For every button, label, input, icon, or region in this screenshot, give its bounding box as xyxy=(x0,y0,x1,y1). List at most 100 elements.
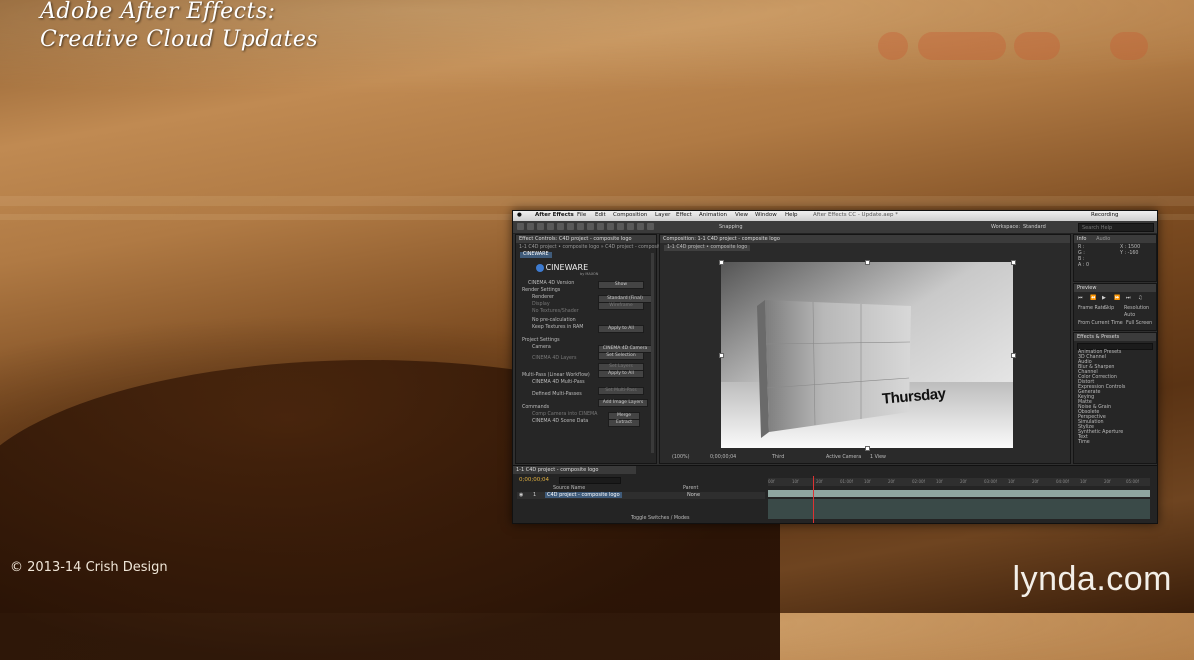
extract-button[interactable]: Extract xyxy=(608,419,640,427)
composition-subtab[interactable]: 1-1 C4D project • composite logo xyxy=(664,245,751,251)
menu-window[interactable]: Window xyxy=(755,212,777,218)
menu-effect[interactable]: Effect xyxy=(676,212,692,218)
transform-handle[interactable] xyxy=(865,446,870,451)
ruler-tick: 05:00f xyxy=(1126,479,1139,484)
timecode-readout[interactable]: 0;00;00;04 xyxy=(519,477,549,483)
rotate-tool-icon[interactable] xyxy=(547,223,554,230)
puppet-tool-icon[interactable] xyxy=(647,223,654,230)
menu-layer[interactable]: Layer xyxy=(655,212,670,218)
transform-handle[interactable] xyxy=(865,260,870,265)
scrollbar[interactable] xyxy=(651,253,654,453)
full-screen-checkbox[interactable]: Full Screen xyxy=(1126,321,1152,327)
menu-edit[interactable]: Edit xyxy=(595,212,606,218)
parent-select[interactable]: None xyxy=(687,492,700,498)
window-title: After Effects CC - Update.aep * xyxy=(813,212,898,218)
view-layout-select[interactable]: 1 View xyxy=(870,455,886,461)
current-time-readout[interactable]: 0;00;00;04 xyxy=(710,455,736,461)
timeline-panel: 1-1 C4D project - composite logo 0;00;00… xyxy=(513,465,1157,523)
audio-icon[interactable]: ♫ xyxy=(1138,295,1142,301)
show-button[interactable]: Show xyxy=(598,281,644,289)
toggle-switches-modes[interactable]: Toggle Switches / Modes xyxy=(631,516,690,522)
transform-handle[interactable] xyxy=(1011,353,1016,358)
effect-controls-tab[interactable]: Effect Controls: C4D project - composite… xyxy=(516,235,656,243)
time-ruler[interactable]: 00f 10f 20f 01:00f 10f 20f 02:00f 10f 20… xyxy=(768,478,1150,486)
clone-tool-icon[interactable] xyxy=(617,223,624,230)
timeline-empty-area[interactable] xyxy=(768,499,1150,519)
effect-row[interactable]: Project Settings xyxy=(522,338,560,344)
menu-composition[interactable]: Composition xyxy=(613,212,647,218)
workspace-select[interactable]: Standard xyxy=(1023,224,1046,230)
info-tab[interactable]: Info xyxy=(1077,236,1086,242)
search-help-input[interactable]: Search Help xyxy=(1078,223,1154,232)
menu-animation[interactable]: Animation xyxy=(699,212,727,218)
resolution-select[interactable]: Third xyxy=(772,455,784,461)
previous-frame-icon[interactable]: ⏪ xyxy=(1090,295,1096,301)
menu-file[interactable]: File xyxy=(577,212,586,218)
first-frame-icon[interactable]: ⏮ xyxy=(1078,295,1083,301)
eraser-tool-icon[interactable] xyxy=(627,223,634,230)
apply-to-all-button[interactable]: Apply to All xyxy=(598,325,644,333)
composition-tab[interactable]: Composition: 1-1 C4D project - composite… xyxy=(660,235,1070,243)
timeline-tab[interactable]: 1-1 C4D project - composite logo xyxy=(513,466,636,474)
ruler-tick: 20f xyxy=(888,479,895,484)
preview-controls: ⏮ ⏪ ▶ ⏩ ⏭ ♫ xyxy=(1078,295,1152,301)
pan-behind-tool-icon[interactable] xyxy=(567,223,574,230)
magnification-select[interactable]: (100%) xyxy=(672,455,689,461)
effects-category[interactable]: Time xyxy=(1078,440,1090,446)
camera-tool-icon[interactable] xyxy=(557,223,564,230)
transform-handle[interactable] xyxy=(719,353,724,358)
timeline-search-input[interactable] xyxy=(559,477,621,484)
last-frame-icon[interactable]: ⏭ xyxy=(1126,295,1131,301)
set-multipass-button[interactable]: Set Multi-Pass xyxy=(598,387,644,395)
effect-row[interactable]: Commands xyxy=(522,405,549,411)
roto-brush-tool-icon[interactable] xyxy=(637,223,644,230)
current-time-indicator[interactable] xyxy=(813,476,814,523)
resolution-value[interactable]: Auto xyxy=(1124,313,1135,319)
menu-help[interactable]: Help xyxy=(785,212,798,218)
effects-search-input[interactable] xyxy=(1077,343,1153,350)
zoom-tool-icon[interactable] xyxy=(537,223,544,230)
effect-row: CINEMA 4D Layers xyxy=(532,356,577,361)
preview-tab[interactable]: Preview xyxy=(1074,284,1156,292)
layer-duration-bar[interactable] xyxy=(768,490,1150,497)
transform-handle[interactable] xyxy=(1011,260,1016,265)
display-select[interactable]: Wireframe xyxy=(598,302,644,310)
ruler-tick: 10f xyxy=(1008,479,1015,484)
transform-handle[interactable] xyxy=(719,260,724,265)
selection-tool-icon[interactable] xyxy=(517,223,524,230)
next-frame-icon[interactable]: ⏩ xyxy=(1114,295,1120,301)
effect-row: Keep Textures in RAM xyxy=(532,325,584,330)
effect-row: No Textures/Shader xyxy=(532,309,579,314)
composition-viewer[interactable] xyxy=(721,262,1013,448)
preview-label: Resolution xyxy=(1124,306,1150,311)
timeline-layer-row[interactable]: ◉ 1 C4D project - composite logo None xyxy=(517,492,765,499)
cineware-logo-icon xyxy=(536,263,544,272)
mask-tool-icon[interactable] xyxy=(577,223,584,230)
snapping-label[interactable]: Snapping xyxy=(719,224,743,230)
ruler-tick: 20f xyxy=(960,479,967,484)
audio-tab[interactable]: Audio xyxy=(1096,236,1110,242)
hand-tool-icon[interactable] xyxy=(527,223,534,230)
text-tool-icon[interactable] xyxy=(597,223,604,230)
info-panel: Info Audio R : G : B : A : 0 X : 1500 Y … xyxy=(1073,234,1157,282)
effect-layer-name[interactable]: CINEWARE xyxy=(520,252,552,258)
apple-icon[interactable]: ● xyxy=(517,212,522,218)
visibility-icon[interactable]: ◉ xyxy=(519,492,523,498)
effect-row[interactable]: Multi-Pass (Linear Workflow) xyxy=(522,373,590,379)
ruler-tick: 20f xyxy=(1104,479,1111,484)
add-image-layers-button[interactable]: Add Image Layers xyxy=(598,399,648,407)
active-camera-select[interactable]: Active Camera xyxy=(826,455,861,461)
pen-tool-icon[interactable] xyxy=(587,223,594,230)
effect-row[interactable]: Render Settings xyxy=(522,288,560,294)
layer-name[interactable]: C4D project - composite logo xyxy=(545,492,622,498)
menu-after-effects[interactable]: After Effects xyxy=(535,212,574,218)
menu-view[interactable]: View xyxy=(735,212,748,218)
from-current-time-checkbox[interactable]: From Current Time xyxy=(1078,321,1123,327)
set-selection-button[interactable]: Set Selection xyxy=(598,352,644,360)
brush-tool-icon[interactable] xyxy=(607,223,614,230)
effect-row: Camera xyxy=(532,345,551,350)
play-icon[interactable]: ▶ xyxy=(1102,295,1106,301)
apply-to-all-button-2[interactable]: Apply to All xyxy=(598,370,644,378)
effects-presets-tab[interactable]: Effects & Presets xyxy=(1074,333,1156,341)
effect-controls-panel: Effect Controls: C4D project - composite… xyxy=(515,234,675,464)
